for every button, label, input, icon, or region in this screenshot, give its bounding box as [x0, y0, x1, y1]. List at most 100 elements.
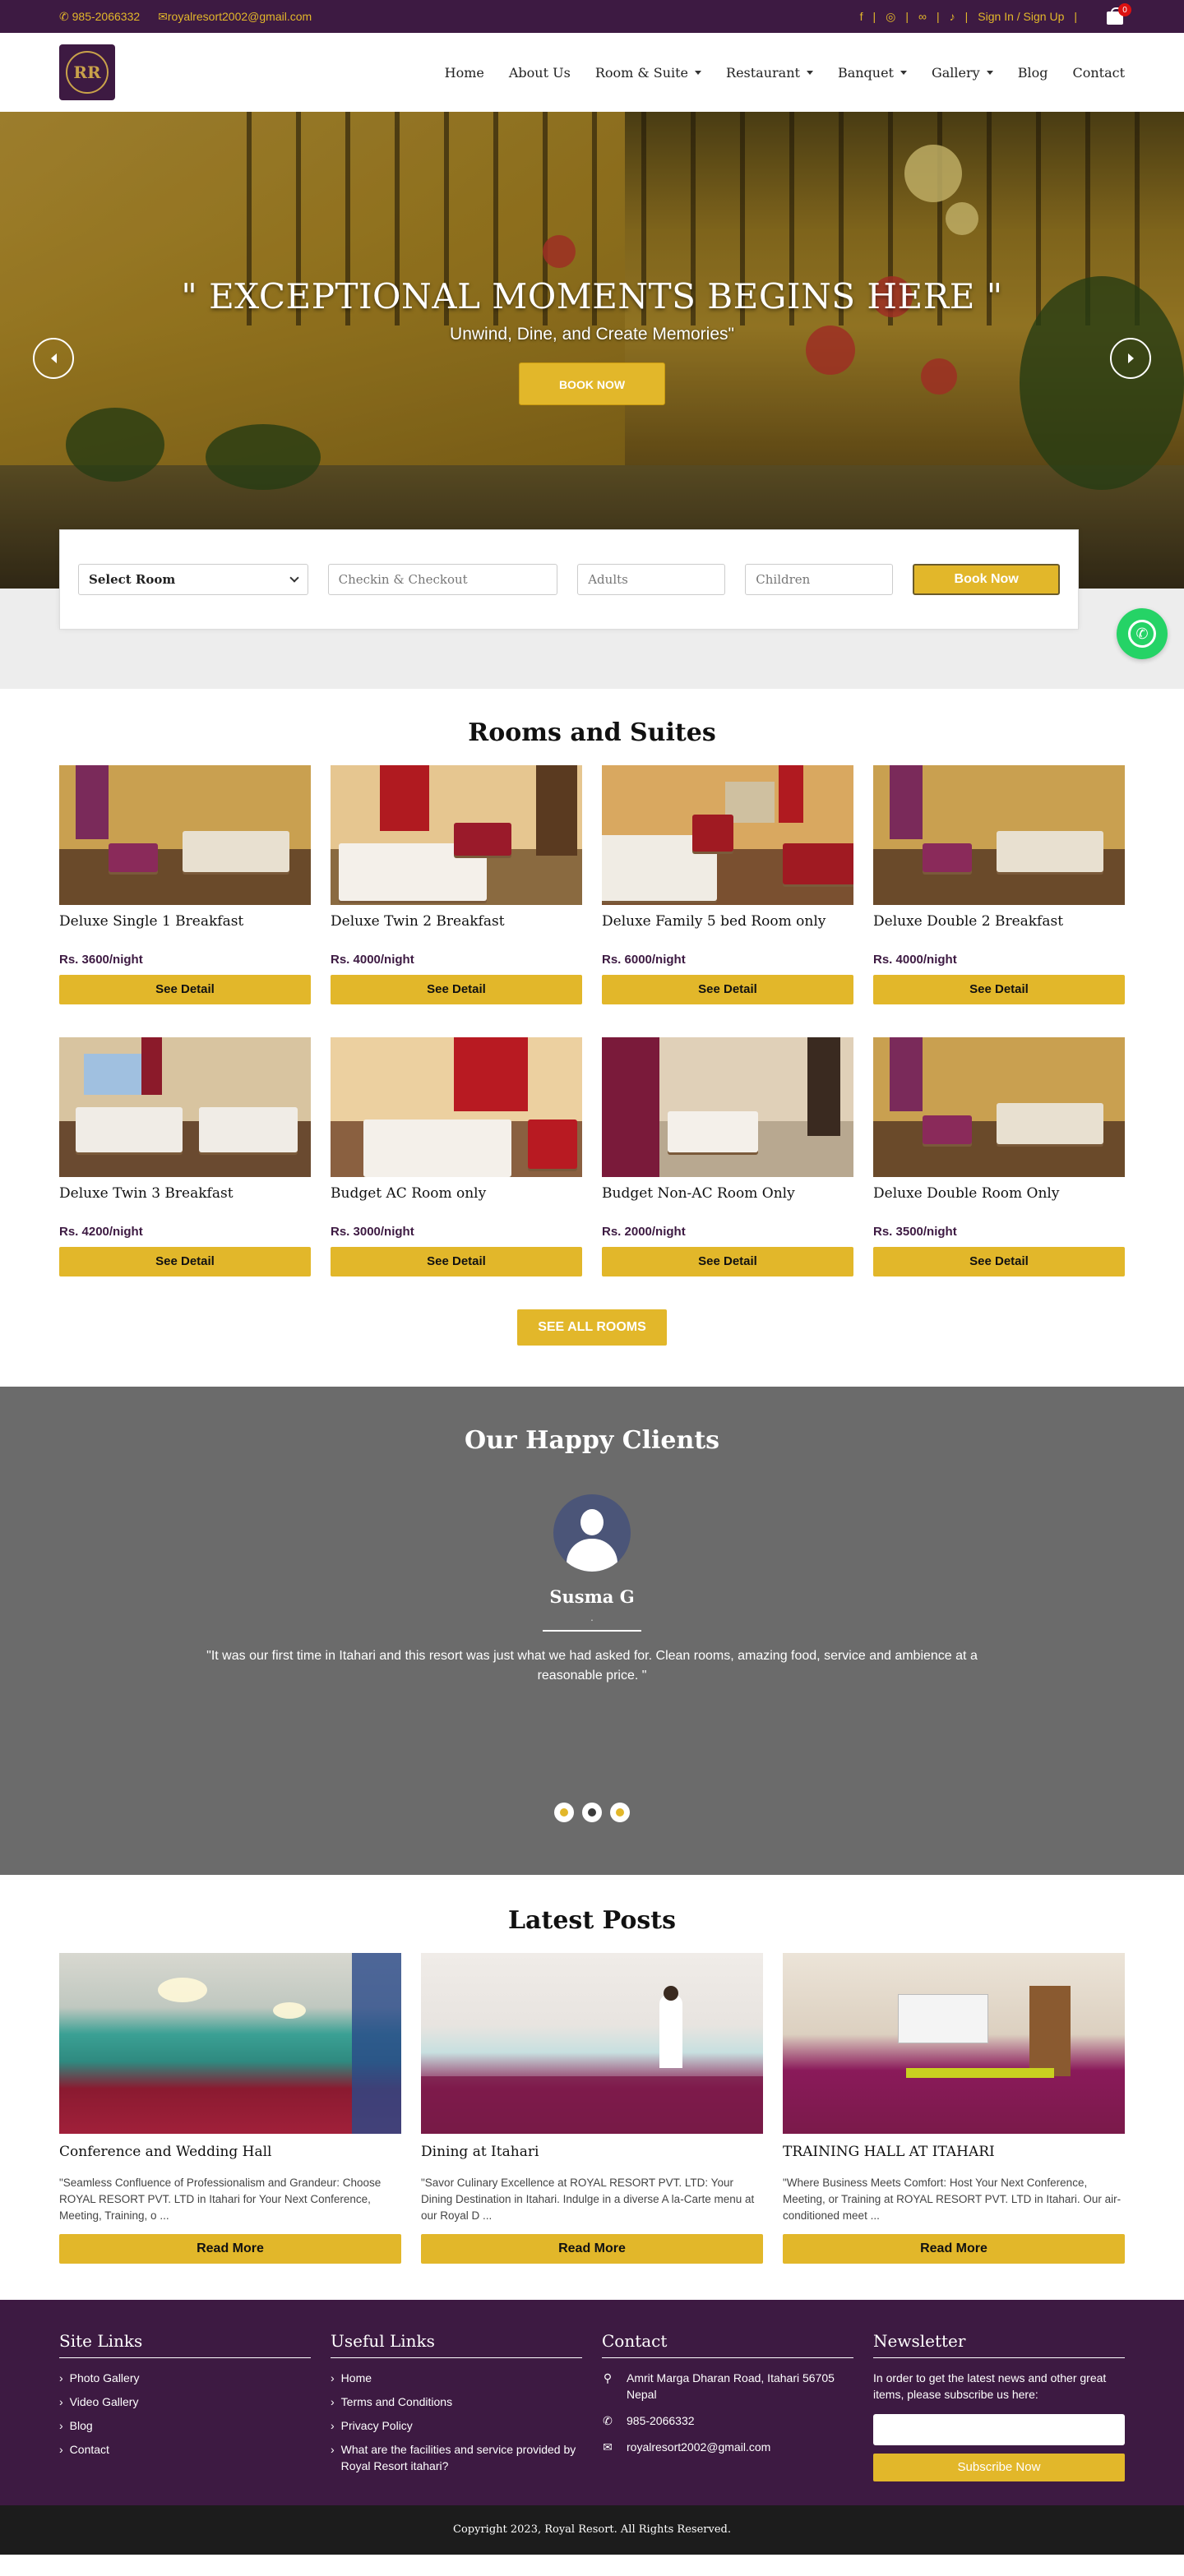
nav-label: Contact	[1072, 64, 1125, 81]
post-title: Dining at Itahari	[421, 2144, 539, 2160]
see-all-rooms-button[interactable]: SEE ALL ROOMS	[517, 1309, 667, 1346]
newsletter-email-input[interactable]	[873, 2414, 1125, 2445]
see-detail-button[interactable]: See Detail	[873, 1247, 1125, 1276]
subscribe-button[interactable]: Subscribe Now	[873, 2454, 1125, 2481]
room-image[interactable]	[331, 765, 582, 905]
read-more-button[interactable]: Read More	[421, 2234, 763, 2264]
email-contact[interactable]: ✉royalresort2002@gmail.com	[158, 10, 312, 24]
room-image[interactable]	[331, 1037, 582, 1177]
nav-blog[interactable]: Blog	[1018, 65, 1048, 81]
footer-link-label: Blog	[69, 2419, 93, 2432]
nav-banquet[interactable]: Banquet	[838, 65, 907, 81]
footer-address: ⚲ Amrit Marga Dharan Road, Itahari 56705 …	[602, 2370, 853, 2403]
resort-logo[interactable]: RR	[59, 44, 115, 100]
chevron-down-icon	[900, 70, 907, 75]
room-image[interactable]	[602, 765, 853, 905]
footer-link[interactable]: › Terms and Conditions	[331, 2394, 582, 2410]
footer-heading: Useful Links	[331, 2331, 582, 2358]
carousel-dot[interactable]	[554, 1803, 574, 1822]
tiktok-icon[interactable]: ♪	[950, 10, 955, 23]
nav-room-suite[interactable]: Room & Suite	[595, 65, 702, 81]
footer-useful-links: Useful Links › Home › Terms and Conditions…	[331, 2331, 582, 2505]
nav-label: Blog	[1017, 64, 1048, 81]
room-card: Budget AC Room only Rs. 3000/night See D…	[331, 1037, 582, 1276]
carousel-dot[interactable]	[610, 1803, 630, 1822]
room-name: Deluxe Double Room Only	[873, 1185, 1060, 1202]
nav-gallery[interactable]: Gallery	[932, 65, 993, 81]
see-detail-button[interactable]: See Detail	[331, 1247, 582, 1276]
nav-about[interactable]: About Us	[509, 65, 571, 81]
hero-content: " EXCEPTIONAL MOMENTS BEGINS HERE " Unwi…	[0, 276, 1184, 405]
read-more-button[interactable]: Read More	[783, 2234, 1125, 2264]
phone-contact[interactable]: ✆ 985-2066332	[59, 10, 140, 24]
room-image[interactable]	[59, 1037, 311, 1177]
room-image[interactable]	[873, 765, 1125, 905]
footer-link[interactable]: › Privacy Policy	[331, 2417, 582, 2434]
room-image[interactable]	[602, 1037, 853, 1177]
chevron-right-icon: ›	[331, 2371, 335, 2384]
adults-placeholder: Adults	[588, 572, 628, 587]
carousel-next-button[interactable]	[1110, 338, 1151, 379]
hero-book-now-button[interactable]: BOOK NOW	[519, 362, 665, 405]
sign-in-link[interactable]: Sign In / Sign Up	[978, 10, 1064, 23]
room-select[interactable]: Select Room	[78, 564, 308, 595]
see-detail-button[interactable]: See Detail	[602, 975, 853, 1004]
posts-title: Latest Posts	[507, 1906, 677, 1935]
book-now-button[interactable]: Book Now	[913, 564, 1061, 595]
carousel-dot-active[interactable]	[582, 1803, 602, 1822]
footer-link-label: What are the facilities and service prov…	[340, 2443, 576, 2472]
footer-link-label: Home	[340, 2371, 372, 2384]
nav-contact[interactable]: Contact	[1072, 65, 1125, 81]
facebook-icon[interactable]: f	[860, 10, 863, 23]
post-image[interactable]	[59, 1953, 401, 2134]
nav-label: Banquet	[837, 64, 894, 81]
footer-link[interactable]: › Contact	[59, 2441, 311, 2458]
children-input[interactable]: Children	[745, 564, 894, 595]
post-title: Conference and Wedding Hall	[59, 2144, 272, 2160]
footer-link[interactable]: › Blog	[59, 2417, 311, 2434]
room-name: Deluxe Double 2 Breakfast	[873, 913, 1064, 930]
checkin-checkout-input[interactable]: Checkin & Checkout	[327, 564, 558, 595]
nav-home[interactable]: Home	[445, 65, 484, 81]
whatsapp-button[interactable]: ✆	[1117, 608, 1168, 659]
footer-email[interactable]: ✉ royalresort2002@gmail.com	[602, 2439, 853, 2455]
post-excerpt: "Savor Culinary Excellence at ROYAL RESO…	[421, 2177, 755, 2222]
post-image[interactable]	[783, 1953, 1125, 2134]
instagram-icon[interactable]: ◎	[886, 10, 895, 24]
room-select-value: Select Room	[89, 572, 176, 587]
read-more-button[interactable]: Read More	[59, 2234, 401, 2264]
footer-contact: Contact ⚲ Amrit Marga Dharan Road, Itahar…	[602, 2331, 853, 2505]
latest-posts-section: Latest Posts Conference and Wedding Hall…	[0, 1875, 1184, 2300]
carousel-prev-button[interactable]	[33, 338, 74, 379]
footer-site-links: Site Links › Photo Gallery › Video Gallery…	[59, 2331, 311, 2505]
room-card: Deluxe Family 5 bed Room only Rs. 6000/n…	[602, 765, 853, 1004]
chevron-right-icon: ›	[59, 2371, 63, 2384]
footer-link[interactable]: › Video Gallery	[59, 2394, 311, 2410]
chevron-right-icon: ›	[331, 2395, 335, 2408]
see-detail-button[interactable]: See Detail	[602, 1247, 853, 1276]
adults-input[interactable]: Adults	[577, 564, 726, 595]
footer-link[interactable]: › Home	[331, 2370, 582, 2386]
see-detail-button[interactable]: See Detail	[59, 1247, 311, 1276]
footer-link-label: Privacy Policy	[340, 2419, 413, 2432]
footer: Site Links › Photo Gallery › Video Gallery…	[0, 2300, 1184, 2505]
see-detail-button[interactable]: See Detail	[331, 975, 582, 1004]
post-card: Conference and Wedding Hall "Seamless Co…	[59, 1953, 401, 2264]
room-card: Deluxe Double 2 Breakfast Rs. 4000/night…	[873, 765, 1125, 1004]
nav-restaurant[interactable]: Restaurant	[726, 65, 813, 81]
cart-icon[interactable]: 0	[1107, 3, 1131, 25]
tripadvisor-icon[interactable]: ∞	[918, 10, 927, 23]
footer-link[interactable]: › What are the facilities and service pro…	[331, 2441, 582, 2474]
room-price: Rs. 4200/night	[59, 1225, 143, 1239]
see-detail-button[interactable]: See Detail	[59, 975, 311, 1004]
footer-link[interactable]: › Photo Gallery	[59, 2370, 311, 2386]
room-name: Deluxe Twin 2 Breakfast	[331, 913, 505, 930]
map-pin-icon: ⚲	[603, 2371, 613, 2384]
room-image[interactable]	[873, 1037, 1125, 1177]
room-image[interactable]	[59, 765, 311, 905]
room-price: Rs. 4000/night	[873, 953, 957, 967]
post-image[interactable]	[421, 1953, 763, 2134]
footer-phone[interactable]: ✆ 985-2066332	[602, 2412, 853, 2429]
see-detail-button[interactable]: See Detail	[873, 975, 1125, 1004]
room-card: Deluxe Single 1 Breakfast Rs. 3600/night…	[59, 765, 311, 1004]
